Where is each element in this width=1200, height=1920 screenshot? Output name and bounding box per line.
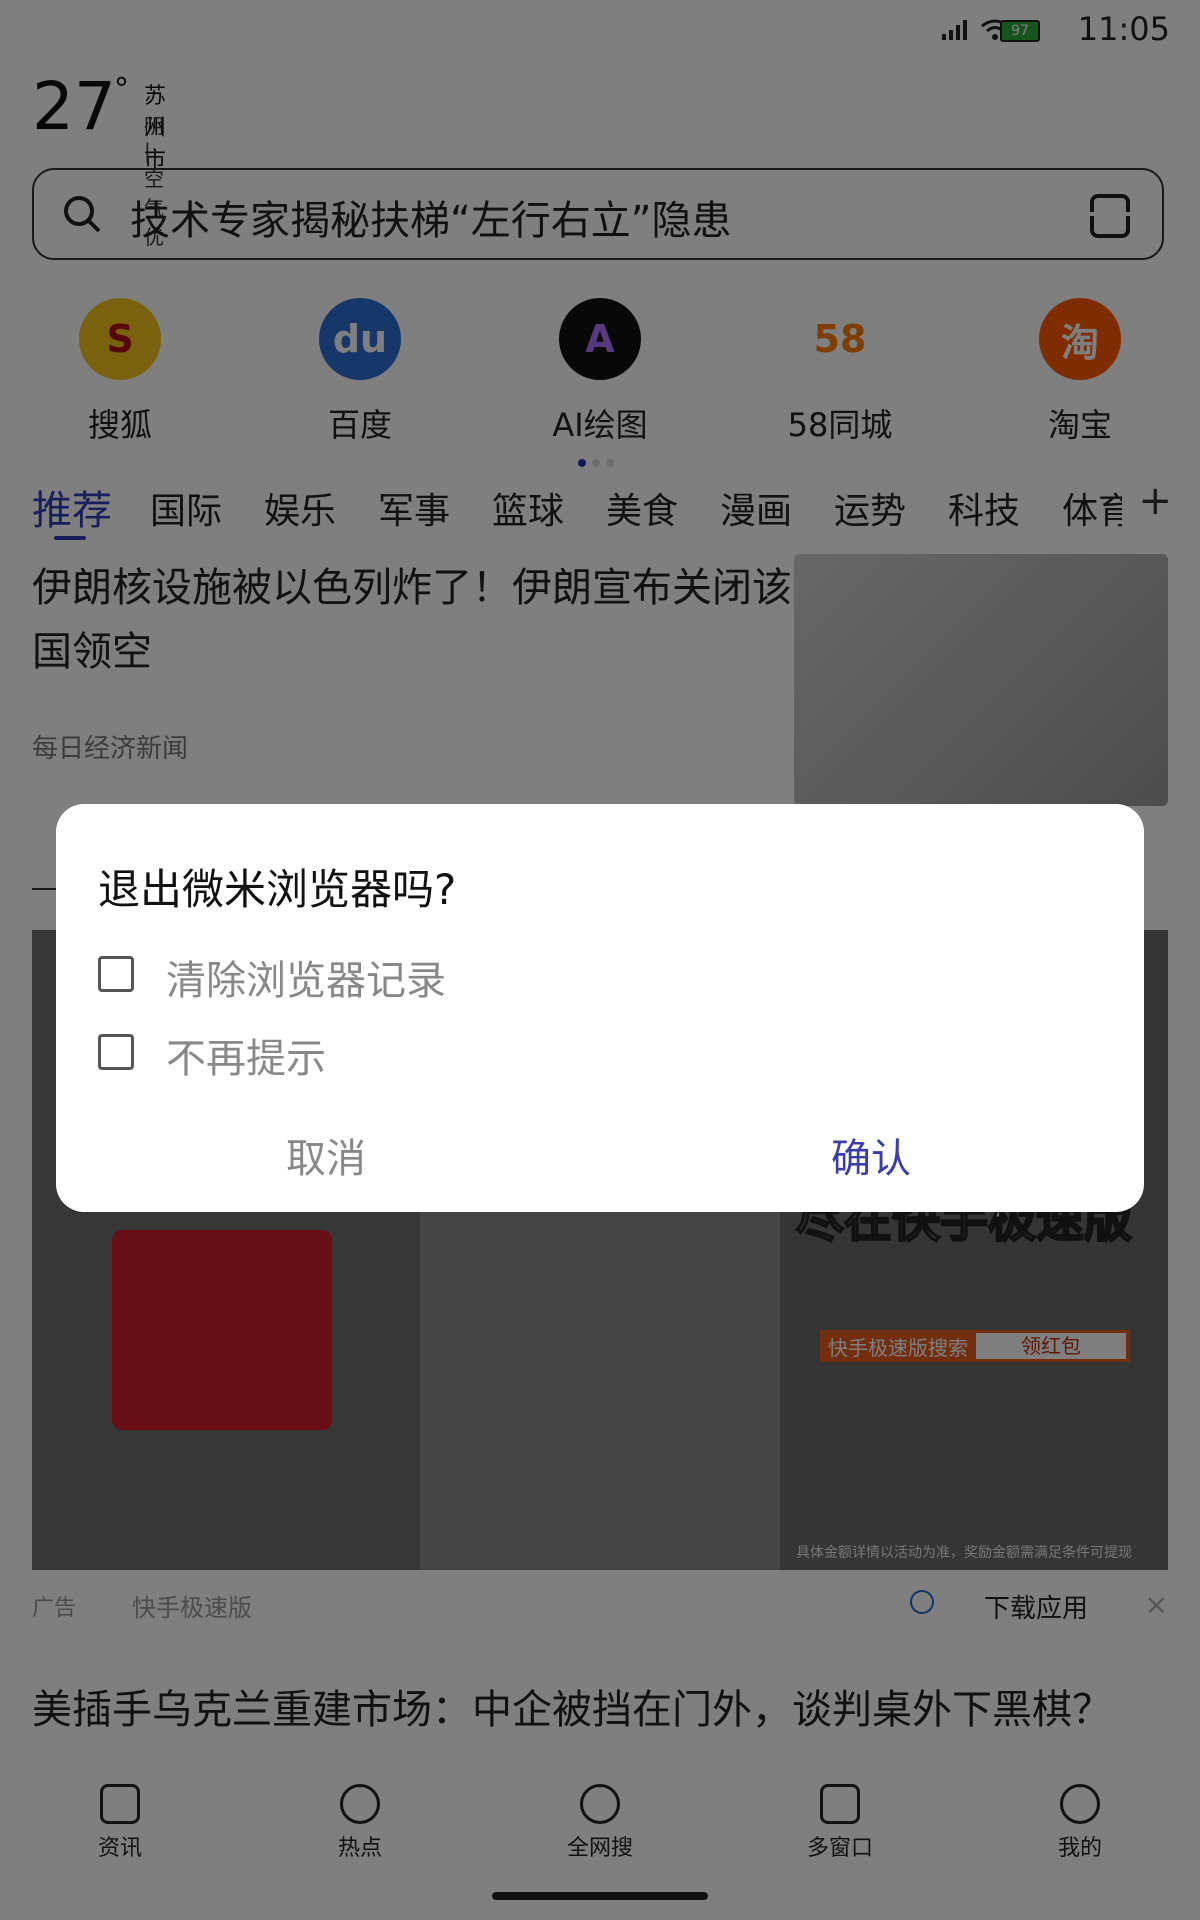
dialog-title: 退出微米浏览器吗? [98,865,457,914]
confirm-button[interactable]: 确认 [831,1126,911,1184]
dont-ask-label: 不再提示 [166,1036,326,1082]
cancel-button[interactable]: 取消 [286,1126,366,1184]
exit-dialog: 退出微米浏览器吗? 清除浏览器记录 不再提示 取消 确认 [56,804,1144,1212]
clear-history-checkbox[interactable] [98,956,134,992]
clear-history-label: 清除浏览器记录 [166,958,446,1004]
dont-ask-checkbox[interactable] [98,1034,134,1070]
